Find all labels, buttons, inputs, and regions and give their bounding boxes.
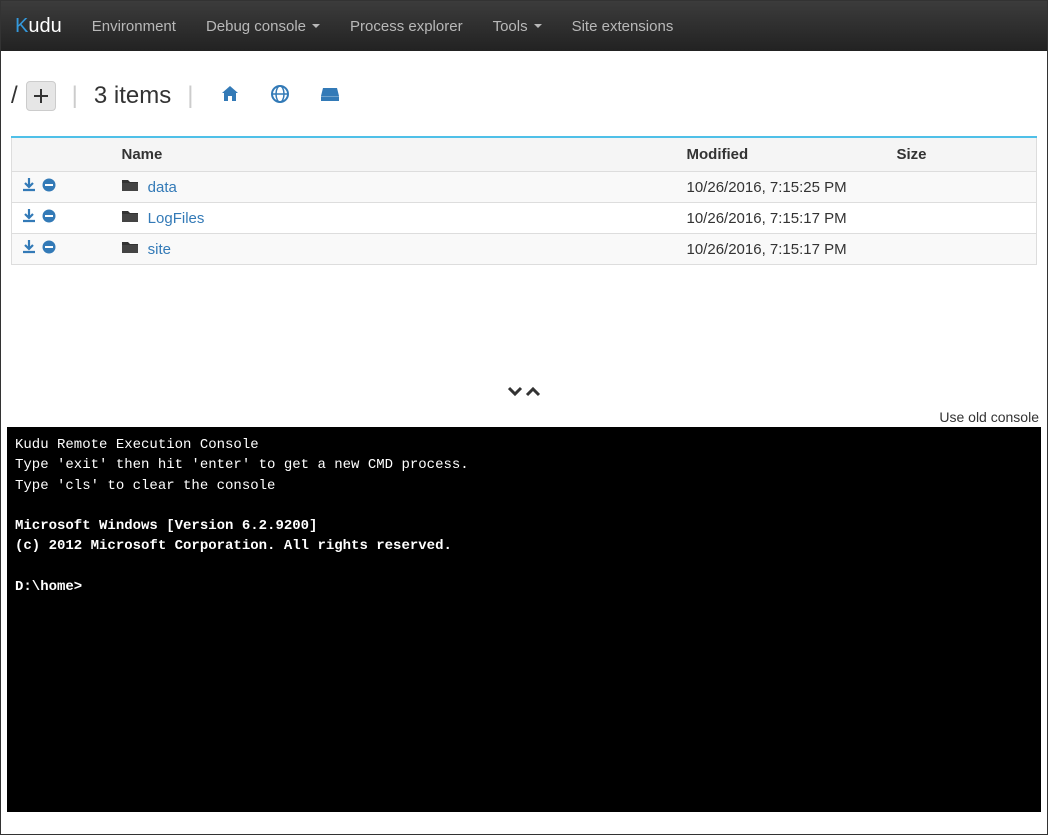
size-cell — [887, 172, 1037, 203]
file-explorer: / | 3 items | Name Modified Size — [1, 51, 1047, 265]
table-row: data 10/26/2016, 7:15:25 PM — [12, 172, 1037, 203]
col-name-header[interactable]: Name — [112, 137, 677, 172]
download-icon[interactable] — [22, 178, 36, 196]
console[interactable]: Kudu Remote Execution Console Type 'exit… — [7, 427, 1041, 812]
modified-cell: 10/26/2016, 7:15:25 PM — [677, 172, 887, 203]
toolbar-icons — [220, 84, 340, 109]
console-line: (c) 2012 Microsoft Corporation. All righ… — [15, 538, 452, 554]
nav-label: Process explorer — [350, 18, 463, 35]
home-icon[interactable] — [220, 84, 240, 109]
chevron-down-icon — [507, 385, 523, 401]
col-size-header[interactable]: Size — [887, 137, 1037, 172]
folder-link[interactable]: data — [148, 179, 177, 196]
breadcrumb: / | 3 items | — [11, 81, 1037, 111]
download-icon[interactable] — [22, 209, 36, 227]
globe-icon[interactable] — [270, 84, 290, 109]
brand-logo[interactable]: Kudu — [9, 15, 77, 38]
table-row: site 10/26/2016, 7:15:17 PM — [12, 234, 1037, 265]
folder-icon — [122, 210, 142, 227]
console-prompt: D:\home> — [15, 579, 82, 595]
nav-tools[interactable]: Tools — [478, 3, 557, 50]
plus-icon — [34, 89, 48, 103]
breadcrumb-root[interactable]: / — [11, 82, 18, 110]
folder-link[interactable]: LogFiles — [148, 210, 205, 227]
chevron-down-icon — [534, 24, 542, 28]
nav-debug-console[interactable]: Debug console — [191, 3, 335, 50]
file-table: Name Modified Size — [11, 136, 1037, 265]
resize-handle[interactable] — [1, 385, 1047, 401]
disk-icon[interactable] — [320, 85, 340, 108]
add-button[interactable] — [26, 81, 56, 111]
nav-label: Tools — [493, 18, 528, 35]
separator: | — [72, 82, 78, 110]
delete-icon[interactable] — [42, 178, 56, 196]
nav-label: Debug console — [206, 18, 306, 35]
nav-label: Site extensions — [572, 18, 674, 35]
col-modified-header[interactable]: Modified — [677, 137, 887, 172]
navbar: Kudu Environment Debug console Process e… — [1, 1, 1047, 51]
nav-label: Environment — [92, 18, 176, 35]
nav-process-explorer[interactable]: Process explorer — [335, 3, 478, 50]
size-cell — [887, 203, 1037, 234]
nav-site-extensions[interactable]: Site extensions — [557, 3, 689, 50]
chevron-down-icon — [312, 24, 320, 28]
folder-link[interactable]: site — [148, 241, 171, 258]
console-line: Type 'exit' then hit 'enter' to get a ne… — [15, 457, 469, 473]
delete-icon[interactable] — [42, 240, 56, 258]
console-line: Type 'cls' to clear the console — [15, 478, 275, 494]
size-cell — [887, 234, 1037, 265]
delete-icon[interactable] — [42, 209, 56, 227]
table-row: LogFiles 10/26/2016, 7:15:17 PM — [12, 203, 1037, 234]
item-count: 3 items — [94, 82, 171, 110]
col-actions — [12, 137, 112, 172]
folder-icon — [122, 241, 142, 258]
separator: | — [187, 82, 193, 110]
console-line: Kudu Remote Execution Console — [15, 437, 259, 453]
chevron-up-icon — [525, 385, 541, 401]
folder-icon — [122, 179, 142, 196]
use-old-console-link[interactable]: Use old console — [1, 409, 1047, 425]
nav-environment[interactable]: Environment — [77, 3, 191, 50]
console-line: Microsoft Windows [Version 6.2.9200] — [15, 518, 317, 534]
modified-cell: 10/26/2016, 7:15:17 PM — [677, 234, 887, 265]
modified-cell: 10/26/2016, 7:15:17 PM — [677, 203, 887, 234]
download-icon[interactable] — [22, 240, 36, 258]
